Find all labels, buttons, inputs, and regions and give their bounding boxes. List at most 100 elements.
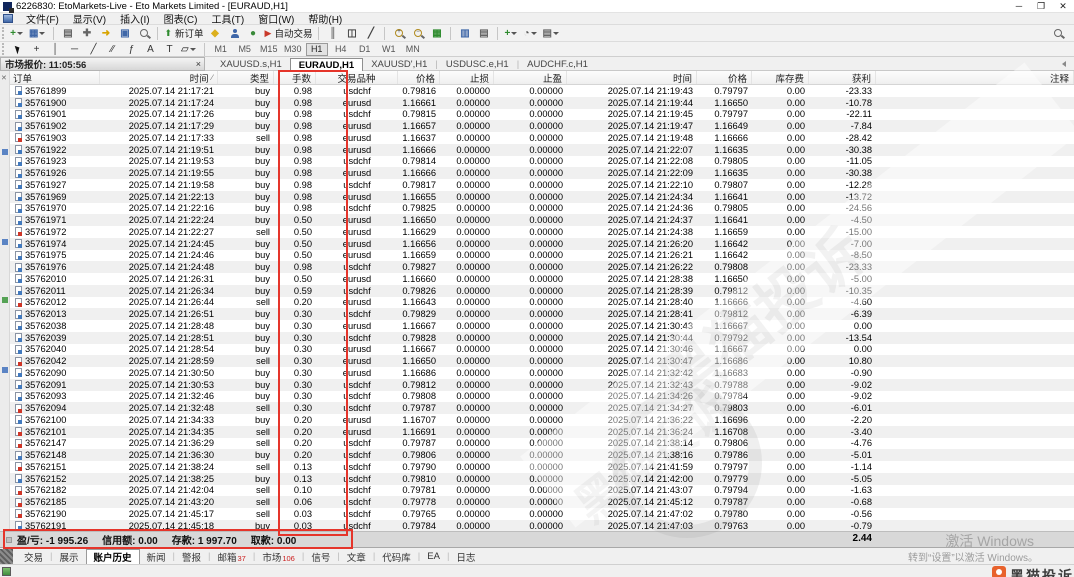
history-row[interactable]: 357619742025.07.14 21:24:45buy0.50eurusd… bbox=[10, 238, 1074, 250]
auto-trading-button[interactable]: ▶自动交易 bbox=[264, 26, 314, 41]
history-row[interactable]: 357620402025.07.14 21:28:54buy0.30eurusd… bbox=[10, 344, 1074, 356]
chart-shift-icon[interactable]: ▤ bbox=[59, 26, 76, 41]
new-chart-icon[interactable]: + bbox=[9, 26, 26, 41]
history-row[interactable]: 357621012025.07.14 21:34:35sell0.20eurus… bbox=[10, 426, 1074, 438]
history-row[interactable]: 357620902025.07.14 21:30:50buy0.30eurusd… bbox=[10, 367, 1074, 379]
candlestick-chart-icon[interactable]: ◫ bbox=[343, 26, 360, 41]
history-row[interactable]: 357619692025.07.14 21:22:13buy0.98eurusd… bbox=[10, 191, 1074, 203]
profiles-icon[interactable]: ▦ bbox=[28, 26, 48, 41]
data-window-icon[interactable]: ▤ bbox=[475, 26, 492, 41]
menu-item-3[interactable]: 图表(C) bbox=[157, 11, 205, 26]
crosshair-icon[interactable]: + bbox=[28, 42, 45, 57]
column-header-7[interactable]: 止盈 bbox=[494, 71, 567, 84]
column-header-3[interactable]: 手数 bbox=[274, 71, 316, 84]
chart-tab-xauusdh1[interactable]: XAUUSD',H1 bbox=[363, 58, 435, 71]
menu-item-1[interactable]: 显示(V) bbox=[66, 11, 113, 26]
new-order-button[interactable]: ⬆新订单 bbox=[163, 26, 204, 41]
text-icon[interactable]: A bbox=[142, 42, 159, 57]
minimize-button[interactable]: ─ bbox=[1008, 0, 1030, 12]
close-icon[interactable]: × bbox=[196, 59, 201, 69]
column-header-6[interactable]: 止损 bbox=[440, 71, 494, 84]
tile-windows-icon[interactable]: ▦ bbox=[428, 26, 445, 41]
history-row[interactable]: 357619272025.07.14 21:19:58buy0.98usdchf… bbox=[10, 179, 1074, 191]
history-row[interactable]: 357621902025.07.14 21:45:17sell0.03usdch… bbox=[10, 508, 1074, 520]
add-indicator-icon[interactable]: + bbox=[503, 26, 520, 41]
web-news-icon[interactable]: ● bbox=[245, 26, 262, 41]
history-row[interactable]: 357621472025.07.14 21:36:29sell0.20usdch… bbox=[10, 438, 1074, 450]
menu-item-4[interactable]: 工具(T) bbox=[204, 11, 251, 26]
history-row[interactable]: 357621822025.07.14 21:42:04sell0.10usdch… bbox=[10, 485, 1074, 497]
history-row[interactable]: 357620112025.07.14 21:26:34buy0.59usdchf… bbox=[10, 285, 1074, 297]
history-row[interactable]: 357620942025.07.14 21:32:48sell0.30usdch… bbox=[10, 402, 1074, 414]
timeframe-h4-button[interactable]: H4 bbox=[330, 43, 352, 56]
periods-icon[interactable]: ◔ bbox=[522, 26, 539, 41]
menu-item-0[interactable]: 文件(F) bbox=[19, 11, 66, 26]
history-row[interactable]: 357619022025.07.14 21:17:29buy0.98eurusd… bbox=[10, 120, 1074, 132]
timeframe-m5-button[interactable]: M5 bbox=[234, 43, 256, 56]
history-row[interactable]: 357620382025.07.14 21:28:48buy0.30eurusd… bbox=[10, 320, 1074, 332]
find-symbol-icon[interactable] bbox=[135, 26, 152, 41]
history-row[interactable]: 357620392025.07.14 21:28:51buy0.30usdchf… bbox=[10, 332, 1074, 344]
close-button[interactable]: ✕ bbox=[1052, 0, 1074, 12]
column-header-8[interactable]: 时间 bbox=[567, 71, 697, 84]
templates-icon[interactable]: ▤ bbox=[542, 26, 562, 41]
trendline-icon[interactable]: ╱ bbox=[85, 42, 102, 57]
terminal-tab-9[interactable]: 代码库 bbox=[375, 549, 418, 564]
panel-close-icon[interactable]: ✕ bbox=[1, 74, 7, 82]
chart-tab-usdusceh1[interactable]: USDUSC.e,H1 bbox=[438, 58, 517, 71]
timeframe-d1-button[interactable]: D1 bbox=[354, 43, 376, 56]
timeframe-mn-button[interactable]: MN bbox=[402, 43, 424, 56]
chart-window-icon[interactable]: ▣ bbox=[116, 26, 133, 41]
column-header-4[interactable]: 交易品种 bbox=[316, 71, 398, 84]
terminal-tab-0[interactable]: 交易 bbox=[17, 549, 50, 564]
history-row[interactable]: 357619762025.07.14 21:24:48buy0.98usdchf… bbox=[10, 261, 1074, 273]
restore-button[interactable]: ❐ bbox=[1030, 0, 1052, 12]
zoom-in-icon[interactable]: + bbox=[390, 26, 407, 41]
terminal-tab-6[interactable]: 市场106 bbox=[255, 549, 302, 564]
history-row[interactable]: 357619002025.07.14 21:17:24buy0.98eurusd… bbox=[10, 97, 1074, 109]
history-row[interactable]: 357621482025.07.14 21:36:30buy0.20usdchf… bbox=[10, 449, 1074, 461]
column-header-10[interactable]: 库存费 bbox=[752, 71, 809, 84]
crosshair-tool-icon[interactable]: ✚ bbox=[78, 26, 95, 41]
menu-item-6[interactable]: 帮助(H) bbox=[301, 11, 349, 26]
history-row[interactable]: 357621512025.07.14 21:38:24sell0.13usdch… bbox=[10, 461, 1074, 473]
cursor-icon[interactable] bbox=[9, 42, 26, 57]
chart-tab-euraudh1[interactable]: EURAUD,H1 bbox=[290, 58, 363, 71]
history-row[interactable]: 357619012025.07.14 21:17:26buy0.98usdchf… bbox=[10, 109, 1074, 121]
terminal-tab-7[interactable]: 信号 bbox=[304, 549, 337, 564]
history-row[interactable]: 357620122025.07.14 21:26:44sell0.20eurus… bbox=[10, 297, 1074, 309]
history-row[interactable]: 357621002025.07.14 21:34:33buy0.20eurusd… bbox=[10, 414, 1074, 426]
history-row[interactable]: 357619232025.07.14 21:19:53buy0.98usdchf… bbox=[10, 156, 1074, 168]
history-row[interactable]: 357621912025.07.14 21:45:18buy0.03usdchf… bbox=[10, 520, 1074, 532]
shapes-icon[interactable]: ▱ bbox=[180, 42, 199, 57]
menu-item-5[interactable]: 窗口(W) bbox=[251, 11, 301, 26]
terminal-tab-11[interactable]: 日志 bbox=[449, 549, 482, 564]
fibonacci-icon[interactable]: ƒ bbox=[123, 42, 140, 57]
history-row[interactable]: 357619712025.07.14 21:22:24buy0.50eurusd… bbox=[10, 214, 1074, 226]
history-row[interactable]: 357620912025.07.14 21:30:53buy0.30usdchf… bbox=[10, 379, 1074, 391]
timeframe-m1-button[interactable]: M1 bbox=[210, 43, 232, 56]
vertical-line-icon[interactable]: │ bbox=[47, 42, 64, 57]
terminal-tab-5[interactable]: 邮箱37 bbox=[210, 549, 252, 564]
channel-icon[interactable]: ∕∕ bbox=[104, 42, 121, 57]
history-row[interactable]: 357619032025.07.14 21:17:33sell0.98eurus… bbox=[10, 132, 1074, 144]
timeframe-w1-button[interactable]: W1 bbox=[378, 43, 400, 56]
history-row[interactable]: 357619262025.07.14 21:19:55buy0.98eurusd… bbox=[10, 167, 1074, 179]
mql5-community-icon[interactable] bbox=[226, 26, 243, 41]
history-row[interactable]: 357619722025.07.14 21:22:27sell0.50eurus… bbox=[10, 226, 1074, 238]
horizontal-line-icon[interactable]: ─ bbox=[66, 42, 83, 57]
timeframe-m30-button[interactable]: M30 bbox=[282, 43, 304, 56]
history-row[interactable]: 357620102025.07.14 21:26:31buy0.50eurusd… bbox=[10, 273, 1074, 285]
terminal-tab-3[interactable]: 新闻 bbox=[140, 549, 173, 564]
column-header-9[interactable]: 价格 bbox=[697, 71, 752, 84]
history-row[interactable]: 357620132025.07.14 21:26:51buy0.30usdchf… bbox=[10, 308, 1074, 320]
bar-chart-icon[interactable]: ║ bbox=[324, 26, 341, 41]
terminal-tab-8[interactable]: 文章 bbox=[340, 549, 373, 564]
column-header-2[interactable]: 类型 bbox=[218, 71, 274, 84]
market-watch-caption[interactable]: 市场报价: 11:05:56 × bbox=[0, 57, 205, 71]
text-label-icon[interactable]: T bbox=[161, 42, 178, 57]
history-row[interactable]: 357620422025.07.14 21:28:59sell0.30eurus… bbox=[10, 355, 1074, 367]
column-header-5[interactable]: 价格 bbox=[398, 71, 440, 84]
history-row[interactable]: 357621852025.07.14 21:43:20sell0.06usdch… bbox=[10, 496, 1074, 508]
history-row[interactable]: 357619702025.07.14 21:22:16buy0.98usdchf… bbox=[10, 203, 1074, 215]
